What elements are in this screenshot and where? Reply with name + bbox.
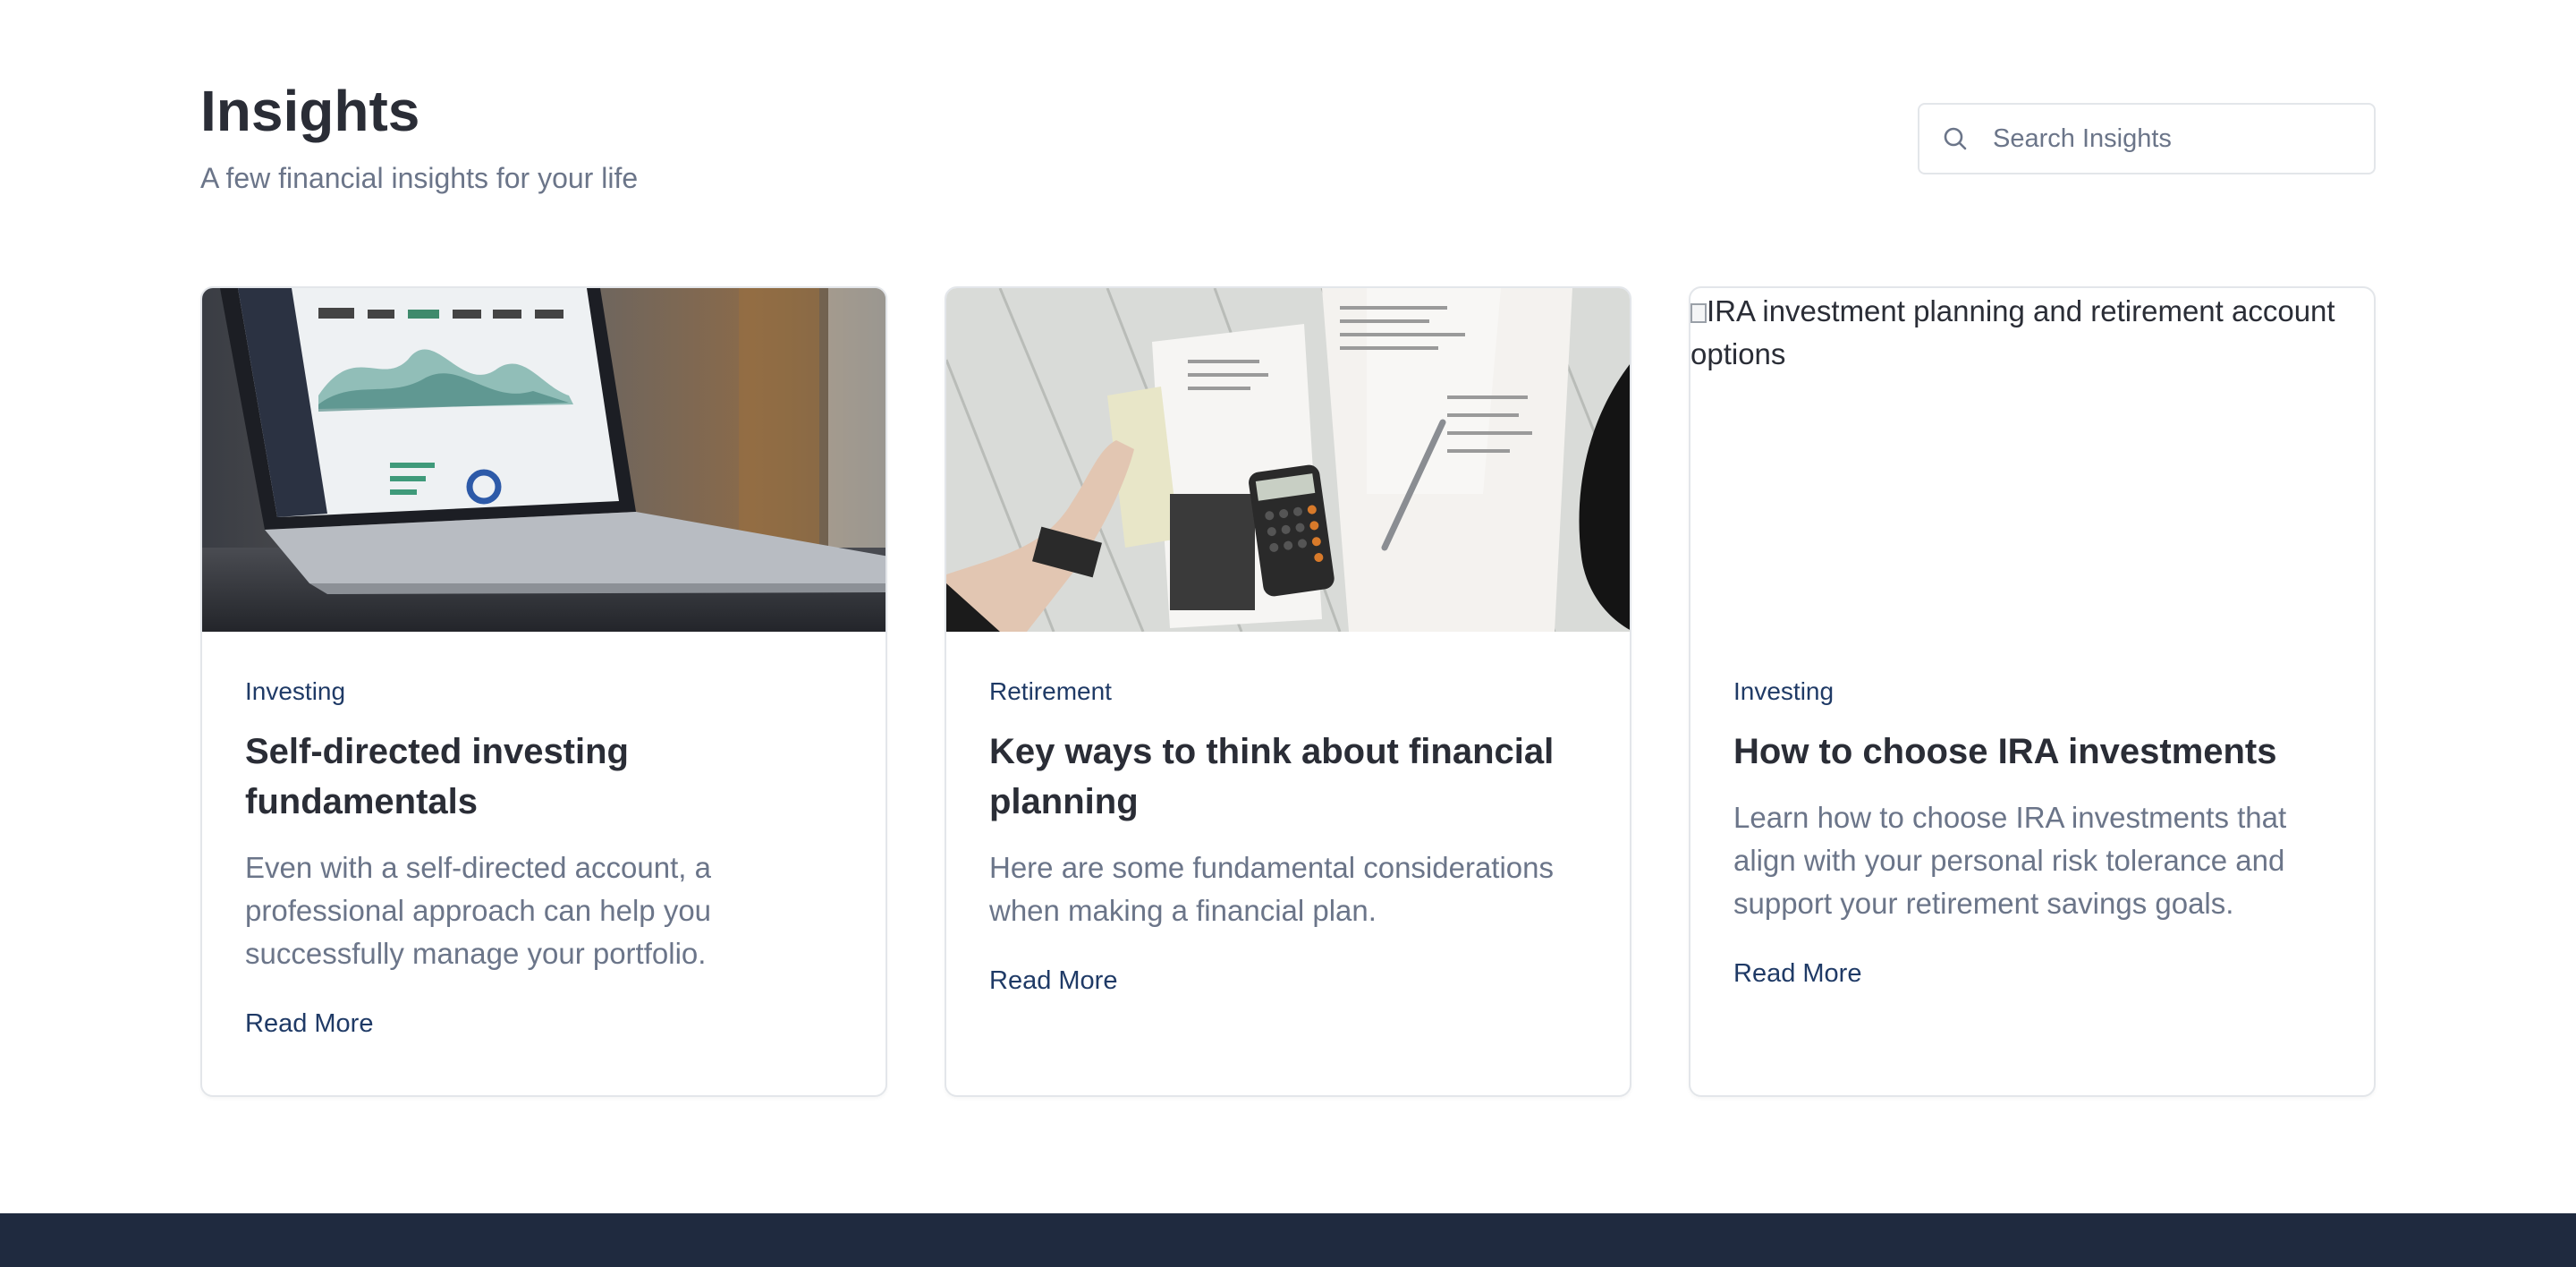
footer-bar [0, 1213, 2576, 1267]
insight-card[interactable]: IRA investment planning and retirement a… [1689, 286, 2376, 1097]
card-category: Retirement [989, 677, 1112, 705]
card-title[interactable]: How to choose IRA investments [1733, 727, 2331, 777]
insight-card[interactable]: Investing Self-directed investing fundam… [200, 286, 887, 1097]
image-alt-text: IRA investment planning and retirement a… [1690, 294, 2335, 370]
page-header: Insights A few financial insights for yo… [200, 77, 638, 195]
tax-documents-calculator-photo [946, 288, 1630, 632]
read-more-link[interactable]: Read More [989, 965, 1117, 997]
card-title[interactable]: Key ways to think about financial planni… [989, 727, 1587, 827]
page-subtitle: A few financial insights for your life [200, 162, 639, 194]
card-description: Even with a self-directed account, a pro… [245, 851, 712, 970]
search-input[interactable] [1993, 123, 2351, 154]
search-icon [1937, 121, 1973, 157]
laptop-dashboard-photo [202, 288, 886, 632]
page-title: Insights [200, 79, 420, 143]
card-category: Investing [1733, 677, 1835, 705]
insights-card-grid: Investing Self-directed investing fundam… [200, 286, 2376, 1097]
broken-image-placeholder: IRA investment planning and retirement a… [1690, 288, 2374, 632]
read-more-link[interactable]: Read More [245, 1008, 373, 1040]
search-box[interactable] [1918, 103, 2376, 174]
broken-image-icon [1690, 303, 1707, 323]
card-title[interactable]: Self-directed investing fundamentals [245, 727, 843, 827]
insight-card[interactable]: Retirement Key ways to think about finan… [945, 286, 1631, 1097]
read-more-link[interactable]: Read More [1733, 957, 1861, 990]
card-description: Here are some fundamental considerations… [989, 851, 1555, 927]
card-category: Investing [245, 677, 346, 705]
card-description: Learn how to choose IRA investments that… [1733, 801, 2287, 920]
